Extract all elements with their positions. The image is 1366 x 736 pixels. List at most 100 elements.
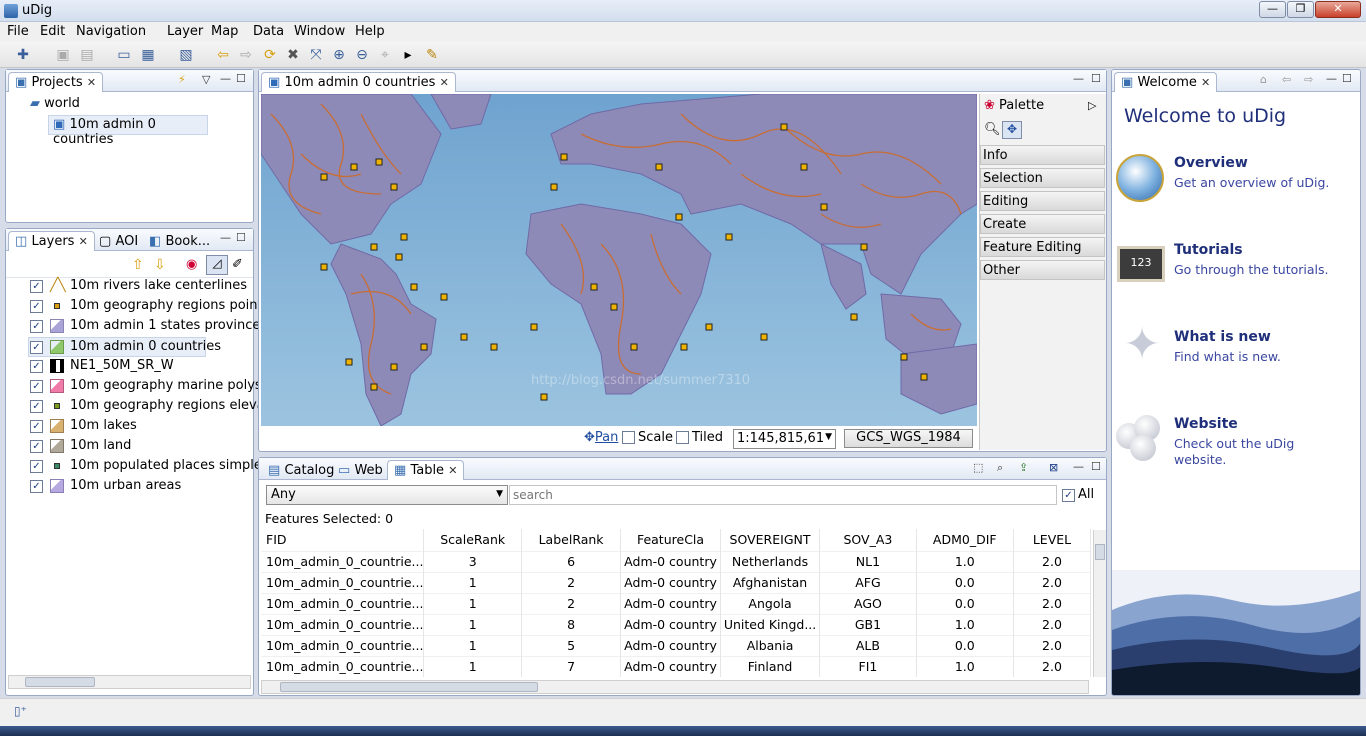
stop-icon[interactable]: ✖ xyxy=(284,46,302,64)
crs-button[interactable]: GCS_WGS_1984 xyxy=(844,429,973,448)
restore-button[interactable]: ❐ xyxy=(1287,1,1314,18)
zoom-tool-icon[interactable]: 🔍︎ xyxy=(984,122,1001,137)
menu-file[interactable]: File xyxy=(7,24,29,39)
minimize-view-icon[interactable]: — xyxy=(1326,72,1337,85)
tab-layers[interactable]: ◫ Layers ✕ xyxy=(8,231,95,251)
tab-catalog[interactable]: ▤ Catalog xyxy=(261,460,341,480)
column-header[interactable]: SOVEREIGNT xyxy=(720,529,821,551)
star-icon[interactable]: ✦ xyxy=(1118,320,1166,370)
new-icon[interactable]: ✚ xyxy=(14,46,32,64)
close-icon[interactable]: ✕ xyxy=(79,235,88,248)
minimize-button[interactable]: — xyxy=(1259,1,1286,18)
menu-window[interactable]: Window xyxy=(294,24,345,39)
eraser-icon[interactable]: ✎ xyxy=(423,46,441,64)
table-row[interactable]: 10m_admin_0_countrie... 1 2 Adm-0 country Af… xyxy=(261,571,1091,593)
table-hscroll[interactable] xyxy=(261,680,1089,694)
layer-checkbox[interactable]: ✓ xyxy=(30,440,43,453)
tab-projects[interactable]: ▣ Projects ✕ xyxy=(8,72,104,92)
maximize-view-icon[interactable]: ☐ xyxy=(236,72,246,85)
globe-icon[interactable] xyxy=(1116,154,1164,202)
tab-bookmarks[interactable]: ◧ Book... xyxy=(142,231,217,251)
back-icon[interactable]: ⇦ xyxy=(1282,73,1291,86)
style-icon[interactable]: ◉ xyxy=(186,257,197,272)
menu-help[interactable]: Help xyxy=(355,24,385,39)
scrollbar-track[interactable] xyxy=(8,675,251,689)
layer-checkbox[interactable]: ✓ xyxy=(30,280,43,293)
menu-data[interactable]: Data xyxy=(253,24,284,39)
layer-checkbox[interactable]: ✓ xyxy=(30,341,43,354)
layer-checkbox[interactable]: ✓ xyxy=(30,480,43,493)
pan-tool-icon[interactable]: ✥ xyxy=(1002,121,1022,139)
map-canvas[interactable]: http://blog.csdn.net/summer7310 xyxy=(261,94,977,426)
tab-welcome[interactable]: ▣ Welcome ✕ xyxy=(1114,72,1218,92)
layer-row-selected[interactable]: ✓ 10m admin 0 countries xyxy=(28,337,221,357)
project-map-item[interactable]: ▣ 10m admin 0 countries xyxy=(48,115,208,147)
close-icon[interactable]: ✕ xyxy=(440,76,449,89)
minimize-view-icon[interactable]: — xyxy=(220,231,231,244)
forward-icon[interactable]: ⇨ xyxy=(1304,73,1313,86)
palette-drawer-create[interactable]: Create xyxy=(980,214,1105,234)
layer-checkbox[interactable]: ✓ xyxy=(30,420,43,433)
tab-map[interactable]: ▣ 10m admin 0 countries ✕ xyxy=(261,72,456,92)
edit-layer-icon[interactable]: ◿ xyxy=(206,255,228,275)
zoom-extent-icon[interactable]: ⤧ xyxy=(307,46,325,64)
palette-drawer-editing[interactable]: Editing xyxy=(980,191,1105,211)
filter-icon[interactable]: ⊠ xyxy=(1049,461,1058,474)
zoom-out-icon[interactable]: ⊖ xyxy=(353,46,371,64)
tab-aoi[interactable]: ▢ AOI xyxy=(92,231,145,251)
run-icon[interactable]: ▸ xyxy=(399,46,417,64)
menu-edit[interactable]: Edit xyxy=(40,24,65,39)
layers-hscroll[interactable] xyxy=(8,675,251,689)
palette-drawer-info[interactable]: Info xyxy=(980,145,1105,165)
close-icon[interactable]: ✕ xyxy=(448,464,457,477)
world-map[interactable]: http://blog.csdn.net/summer7310 xyxy=(261,94,977,426)
all-checkbox[interactable]: ✓ xyxy=(1062,489,1075,502)
palette-drawer-feature-editing[interactable]: Feature Editing xyxy=(980,237,1105,257)
layer-checkbox[interactable]: ✓ xyxy=(30,380,43,393)
maximize-view-icon[interactable]: ☐ xyxy=(236,231,246,244)
column-header[interactable]: FID xyxy=(261,529,425,551)
close-button[interactable]: ✕ xyxy=(1315,1,1361,18)
scrollbar-track[interactable] xyxy=(261,680,1089,694)
properties-icon[interactable]: ▧ xyxy=(177,46,195,64)
link-icon[interactable]: ⚡ xyxy=(178,73,186,86)
move-up-icon[interactable]: ⇧ xyxy=(132,257,144,273)
window-icon[interactable]: ▦ xyxy=(139,46,157,64)
table-row[interactable]: 10m_admin_0_countrie... 1 2 Adm-0 country An… xyxy=(261,592,1091,614)
table-row[interactable]: 10m_admin_0_countrie... 1 8 Adm-0 country Un… xyxy=(261,613,1091,635)
view-menu-icon[interactable]: ▽ xyxy=(202,73,210,86)
home-icon[interactable]: ⌂ xyxy=(1260,73,1267,86)
palette-drawer-other[interactable]: Other xyxy=(980,260,1105,280)
close-icon[interactable]: ✕ xyxy=(87,76,96,89)
zoom-to-feature-icon[interactable]: ⌕ xyxy=(997,461,1003,475)
menu-map[interactable]: Map xyxy=(211,24,238,39)
palette-header[interactable]: ❀ Palette xyxy=(984,98,1044,113)
maximize-view-icon[interactable]: ☐ xyxy=(1342,72,1352,85)
move-down-icon[interactable]: ⇩ xyxy=(154,257,166,273)
layer-checkbox[interactable]: ✓ xyxy=(30,400,43,413)
column-header[interactable]: LabelRank xyxy=(521,529,622,551)
column-header[interactable]: LEVEL xyxy=(1013,529,1091,551)
back-icon[interactable]: ⇦ xyxy=(214,46,232,64)
zoom-in-icon[interactable]: ⊕ xyxy=(330,46,348,64)
scale-combo[interactable]: 1:145,815,61 ▼ xyxy=(733,429,836,449)
layer-tool-icon[interactable]: ✐ xyxy=(232,257,243,272)
refresh-icon[interactable]: ⟳ xyxy=(261,46,279,64)
tab-table[interactable]: ▦ Table ✕ xyxy=(387,460,465,480)
table-row[interactable]: 10m_admin_0_countrie... 3 6 Adm-0 country Ne… xyxy=(261,550,1091,572)
select-all-icon[interactable]: ⬚ xyxy=(973,461,983,474)
column-header[interactable]: ScaleRank xyxy=(423,529,522,551)
project-tree-root[interactable]: ▰ world xyxy=(30,96,80,111)
column-header[interactable]: FeatureCla xyxy=(620,529,721,551)
forward-icon[interactable]: ⇨ xyxy=(237,46,255,64)
scale-checkbox[interactable] xyxy=(622,431,635,444)
filter-select[interactable]: Any ▼ xyxy=(266,485,508,505)
monitor-icon[interactable]: ▭ xyxy=(115,46,133,64)
maximize-view-icon[interactable]: ☐ xyxy=(1091,72,1101,85)
scrollbar-thumb[interactable] xyxy=(1095,544,1105,560)
chevron-right-icon[interactable]: ▷ xyxy=(1088,99,1096,112)
table-row[interactable]: 10m_admin_0_countrie... 1 5 Adm-0 country Al… xyxy=(261,634,1091,656)
pan-tool[interactable]: ✥Pan xyxy=(584,430,618,445)
palette-drawer-selection[interactable]: Selection xyxy=(980,168,1105,188)
promote-icon[interactable]: ⇪ xyxy=(1019,461,1028,474)
